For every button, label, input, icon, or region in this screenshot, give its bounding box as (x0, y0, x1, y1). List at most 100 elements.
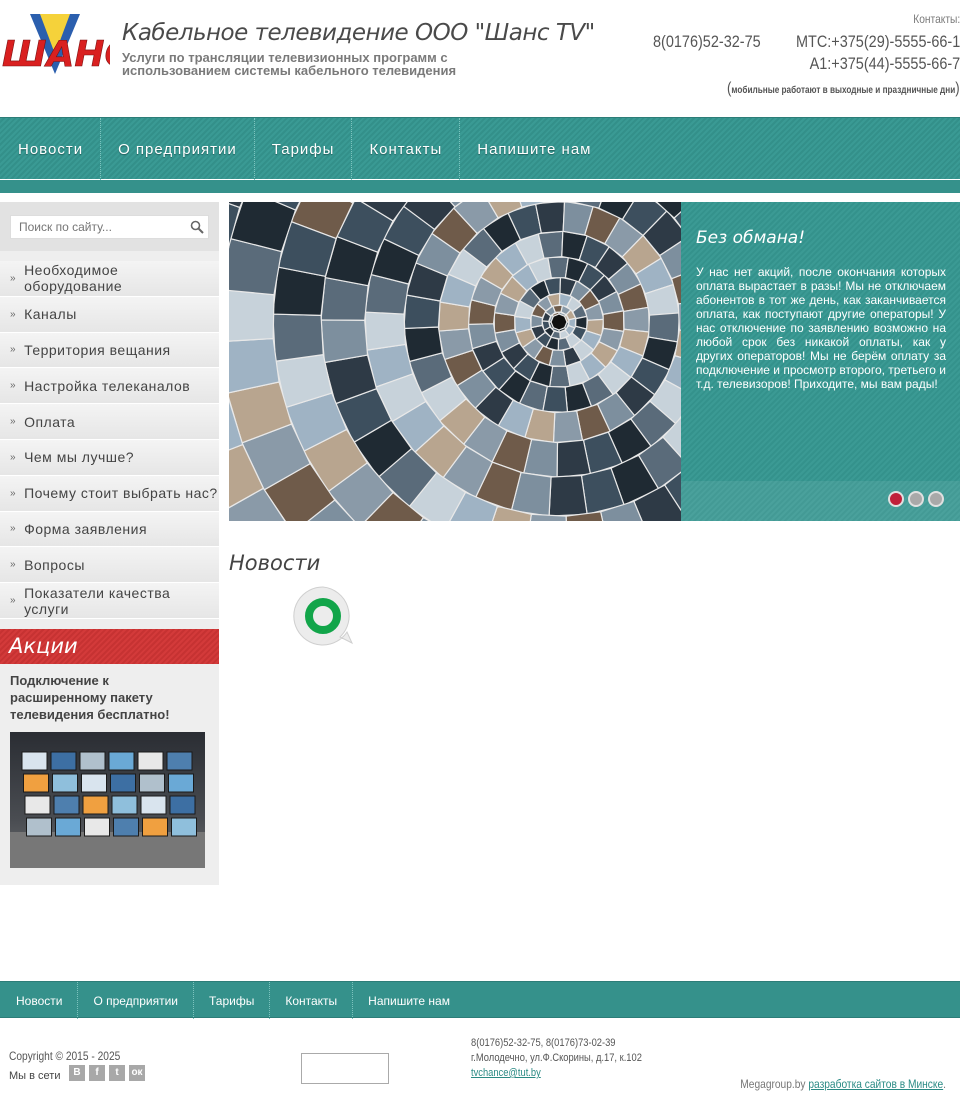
promo-text[interactable]: Подключение к расширенному пакету телеви… (10, 672, 190, 723)
wall-screen (108, 751, 135, 771)
slider: Без обмана! У нас нет акций, после оконч… (229, 202, 960, 521)
wall-screen (137, 751, 164, 771)
chevron-right-icon: » (10, 451, 17, 463)
footer-navigation: Новости О предприятии Тарифы Контакты На… (0, 981, 960, 1019)
wall-screen (52, 773, 78, 793)
footer-nav-news[interactable]: Новости (0, 982, 79, 1019)
sidebar-item-quality[interactable]: » Показатели качества услуги (0, 583, 219, 619)
chevron-right-icon: » (10, 308, 17, 320)
sidebar-item-payment[interactable]: » Оплата (0, 404, 219, 440)
sidebar-item-why-choose[interactable]: » Почему стоит выбрать нас? (0, 475, 219, 512)
wall-screen (111, 795, 138, 815)
facebook-icon[interactable]: f (89, 1065, 105, 1081)
chevron-right-icon: » (10, 344, 17, 356)
tunnel-screen (364, 311, 407, 351)
phone-main: 8(0176)52-32-75 (653, 32, 761, 51)
loading-spinner-icon (293, 586, 354, 646)
sidebar-item-channels[interactable]: » Каналы (0, 296, 219, 333)
megagroup-credit: Megagroup.by разработка сайтов в Минске. (740, 1077, 946, 1091)
logo[interactable]: ШАНС (0, 14, 110, 84)
wall-screen (140, 795, 167, 815)
phone-mts: МТС:+375(29)-5555-66-1 (795, 32, 960, 51)
wall-screen (168, 773, 194, 793)
chevron-right-icon: » (10, 272, 17, 284)
wall-screen (79, 751, 106, 771)
nav-item-news[interactable]: Новости (0, 118, 102, 180)
wall-screen (23, 773, 49, 793)
slider-image[interactable] (229, 202, 681, 521)
news-title: Новости (229, 551, 321, 575)
twitter-icon[interactable]: t (109, 1065, 125, 1081)
nav-item-tariffs[interactable]: Тарифы (255, 118, 353, 180)
tv-tunnel-image (229, 202, 681, 521)
chevron-right-icon: » (10, 487, 17, 499)
tunnel-screen (568, 317, 577, 329)
search-icon[interactable] (190, 220, 204, 234)
tv-wall-image (10, 751, 205, 868)
vk-icon[interactable]: В (69, 1065, 85, 1081)
tunnel-screen (542, 385, 569, 414)
site-description: Услуги по трансляции телевизионных прогр… (122, 50, 457, 78)
slider-dot-2[interactable] (908, 491, 924, 507)
promo-image[interactable] (10, 732, 205, 868)
top-navigation: Новости О предприятии Тарифы Контакты На… (0, 117, 960, 193)
chevron-right-icon: » (10, 523, 17, 535)
promo-heading: Акции (0, 629, 219, 664)
odnoklassniki-icon[interactable]: ок (129, 1065, 145, 1081)
sidebar-item-questions[interactable]: » Вопросы (0, 547, 219, 584)
sidebar-menu: » Необходимое оборудование » Каналы » Терри… (0, 261, 219, 619)
slider-panel: Без обмана! У нас нет акций, после оконч… (681, 202, 960, 521)
counter-image[interactable] (301, 1053, 389, 1084)
slider-dot-1[interactable] (888, 491, 904, 507)
nav-item-about[interactable]: О предприятии (101, 118, 255, 180)
sidebar-item-territory[interactable]: » Территория вещания (0, 332, 219, 369)
footer-nav-about[interactable]: О предприятии (78, 982, 194, 1019)
wall-screen (50, 751, 77, 771)
sidebar: »Необходимое оборудование »Каналы »Терри… (0, 202, 219, 885)
social-label: Мы в сети (9, 1070, 61, 1082)
wall-screen (139, 773, 165, 793)
wall-screen (110, 773, 136, 793)
search-input[interactable] (10, 215, 209, 239)
footer-nav-write-us[interactable]: Напишите нам (353, 982, 465, 1019)
nav-underbar (0, 180, 960, 193)
wall-screen (84, 817, 110, 837)
wall-screen (53, 795, 80, 815)
footer-phones: 8(0176)52-32-75, 8(0176)73-02-39 (471, 1037, 616, 1049)
copyright: Copyright © 2015 - 2025 (9, 1049, 121, 1063)
footer-nav-contacts[interactable]: Контакты (270, 982, 354, 1019)
sidebar-item-equipment[interactable]: » Необходимое оборудование (0, 261, 219, 297)
wall-screen (113, 817, 139, 837)
footer-email-link[interactable]: tvchance@tut.by (471, 1067, 541, 1079)
tunnel-screen (229, 289, 275, 342)
wall-screen (55, 817, 81, 837)
phone-a1: А1:+375(44)-5555-66-7 (809, 54, 960, 73)
footer-nav-tariffs[interactable]: Тарифы (194, 982, 271, 1019)
sidebar-item-why-better[interactable]: » Чем мы лучше? (0, 439, 219, 476)
slider-text: У нас нет акций, после окончания которых… (696, 265, 946, 391)
chevron-right-icon: » (10, 380, 17, 392)
wall-screen (81, 773, 107, 793)
nav-item-contacts[interactable]: Контакты (352, 118, 461, 180)
wall-screen (142, 817, 168, 837)
footer-address: г.Молодечно, ул.Ф.Скорины, д.17, к.102 (471, 1052, 642, 1064)
tunnel-screen (320, 319, 369, 364)
tunnel-screen (534, 202, 566, 234)
site-title: Кабельное телевидение ООО "Шанс TV" (122, 20, 595, 46)
slider-dot-3[interactable] (928, 491, 944, 507)
wall-screen (21, 751, 48, 771)
mobile-note: (мобильные работают в выходные и праздни… (727, 80, 960, 97)
wall-screen (26, 817, 52, 837)
chevron-right-icon: » (10, 595, 17, 607)
sidebar-item-setup[interactable]: » Настройка телеканалов (0, 368, 219, 405)
wall-screen (82, 795, 109, 815)
megagroup-link[interactable]: разработка сайтов в Минске (808, 1077, 943, 1091)
tunnel-screen (552, 410, 584, 444)
logo-text: ШАНС (2, 34, 110, 75)
nav-item-write-us[interactable]: Напишите нам (460, 118, 608, 180)
sidebar-item-application-form[interactable]: » Форма заявления (0, 511, 219, 548)
wall-screen (166, 751, 193, 771)
footer-contacts: 8(0176)52-32-75, 8(0176)73-02-39 г.Молод… (471, 1036, 642, 1081)
tunnel-screen (623, 306, 650, 333)
wall-screen (169, 795, 196, 815)
